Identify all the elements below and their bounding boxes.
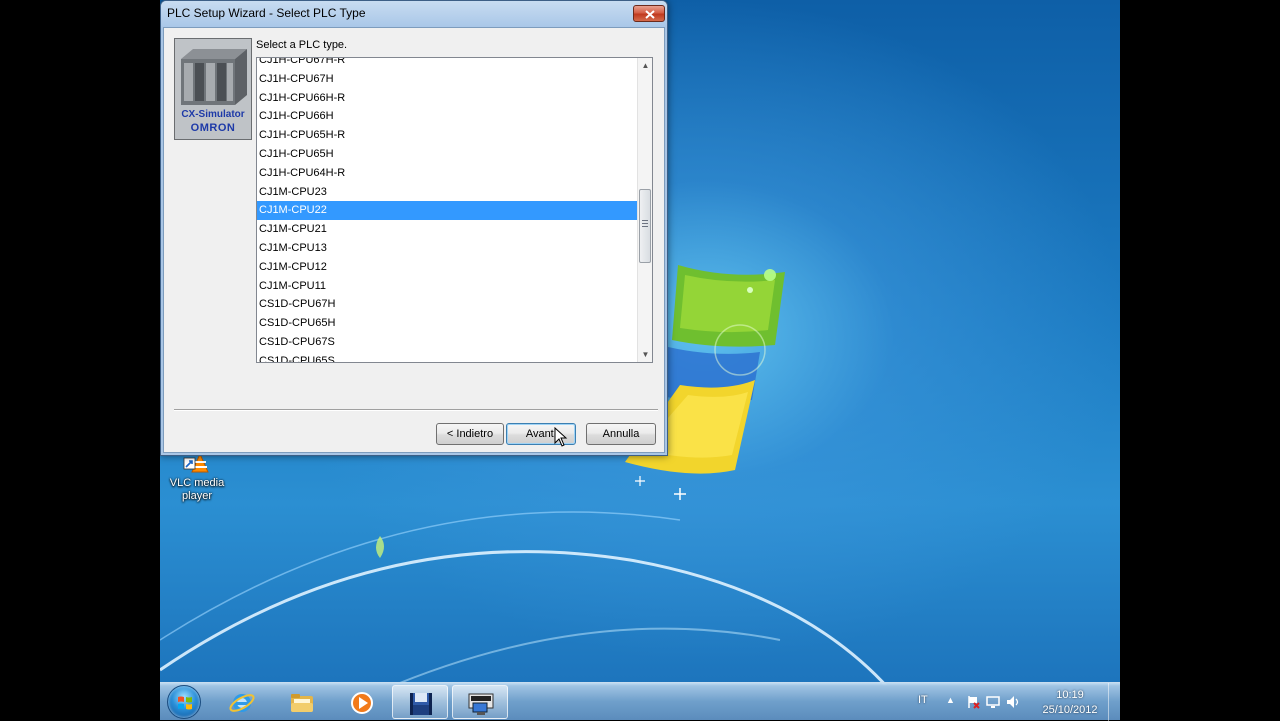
list-item-selected[interactable]: CJ1M-CPU22 <box>257 201 637 221</box>
list-item[interactable]: CJ1M-CPU13 <box>257 239 637 258</box>
list-item[interactable]: CJ1M-CPU23 <box>257 183 637 202</box>
volume-icon[interactable] <box>1006 695 1020 709</box>
listbox-scrollbar[interactable]: ▲ ▼ <box>637 58 652 362</box>
start-button[interactable] <box>167 685 201 719</box>
separator-line <box>174 409 658 411</box>
list-item[interactable]: CJ1H-CPU67H <box>257 70 637 89</box>
cx-simulator-logo: CX-Simulator OMRON <box>174 38 252 140</box>
title-bar[interactable]: PLC Setup Wizard - Select PLC Type <box>161 1 667 27</box>
scroll-up-button[interactable]: ▲ <box>638 58 652 73</box>
back-button[interactable]: < Indietro <box>436 423 504 445</box>
list-item[interactable]: CJ1H-CPU64H-R <box>257 164 637 183</box>
cx-simulator-icon <box>468 693 494 715</box>
system-clock[interactable]: 10:19 25/10/2012 <box>1040 688 1100 718</box>
language-indicator[interactable]: IT <box>918 694 928 706</box>
cancel-button[interactable]: Annulla <box>586 423 656 445</box>
select-prompt-label: Select a PLC type. <box>256 39 348 51</box>
list-item[interactable]: CS1D-CPU67S <box>257 333 637 352</box>
taskbar: IT ▲ 10:19 25/10/2012 <box>160 682 1120 721</box>
plc-type-listbox[interactable]: CJ1H-CPU67H-R CJ1H-CPU67H CJ1H-CPU66H-R … <box>256 57 653 363</box>
window-title: PLC Setup Wizard - Select PLC Type <box>167 6 366 20</box>
plc-type-list: CJ1H-CPU67H-R CJ1H-CPU67H CJ1H-CPU66H-R … <box>257 58 637 362</box>
list-item[interactable]: CJ1M-CPU11 <box>257 277 637 296</box>
show-hidden-icons-icon[interactable]: ▲ <box>946 695 955 705</box>
clock-time: 10:19 <box>1056 689 1084 701</box>
desktop-icon-vlc[interactable]: VLC media player <box>166 452 228 503</box>
taskbar-file-explorer[interactable] <box>274 685 330 719</box>
media-player-icon <box>351 692 373 714</box>
desktop-icon-label: VLC media player <box>169 477 225 502</box>
show-desktop-button[interactable] <box>1108 683 1120 721</box>
folder-icon <box>291 694 313 712</box>
close-icon <box>645 10 655 19</box>
logo-brand: OMRON <box>190 122 236 134</box>
network-icon[interactable] <box>986 695 1000 709</box>
plc-rack-icon <box>181 49 247 105</box>
plc-setup-wizard-window: PLC Setup Wizard - Select PLC Type CX-Si… <box>160 0 668 456</box>
scroll-thumb[interactable] <box>639 189 651 263</box>
list-item[interactable]: CS1D-CPU65H <box>257 314 637 333</box>
list-item[interactable]: CJ1M-CPU21 <box>257 220 637 239</box>
list-item[interactable]: CS1D-CPU67H <box>257 295 637 314</box>
windows-logo-icon <box>178 696 192 710</box>
taskbar-internet-explorer[interactable] <box>214 685 270 719</box>
scroll-down-button[interactable]: ▼ <box>638 347 652 362</box>
list-item[interactable]: CJ1H-CPU65H <box>257 145 637 164</box>
film-save-icon <box>410 693 432 715</box>
list-item[interactable]: CS1D-CPU65S <box>257 352 637 362</box>
taskbar-cx-simulator[interactable] <box>452 685 508 719</box>
list-item[interactable]: CJ1H-CPU65H-R <box>257 126 637 145</box>
list-item[interactable]: CJ1M-CPU12 <box>257 258 637 277</box>
list-item[interactable]: CJ1H-CPU66H-R <box>257 89 637 108</box>
close-button[interactable] <box>633 5 665 22</box>
system-tray: IT ▲ 10:19 25/10/2012 <box>900 683 1120 721</box>
list-item[interactable]: CJ1H-CPU67H-R <box>257 58 637 70</box>
taskbar-movie-app[interactable] <box>392 685 448 719</box>
list-item[interactable]: CJ1H-CPU66H <box>257 107 637 126</box>
mouse-cursor-icon <box>554 427 568 447</box>
action-center-flag-icon[interactable] <box>966 695 980 709</box>
clock-date: 25/10/2012 <box>1042 704 1098 716</box>
logo-product-name: CX-Simulator <box>181 109 245 120</box>
internet-explorer-icon <box>229 694 255 712</box>
taskbar-media-player[interactable] <box>334 685 390 719</box>
wizard-client-area: CX-Simulator OMRON Select a PLC type. CJ… <box>163 27 665 453</box>
